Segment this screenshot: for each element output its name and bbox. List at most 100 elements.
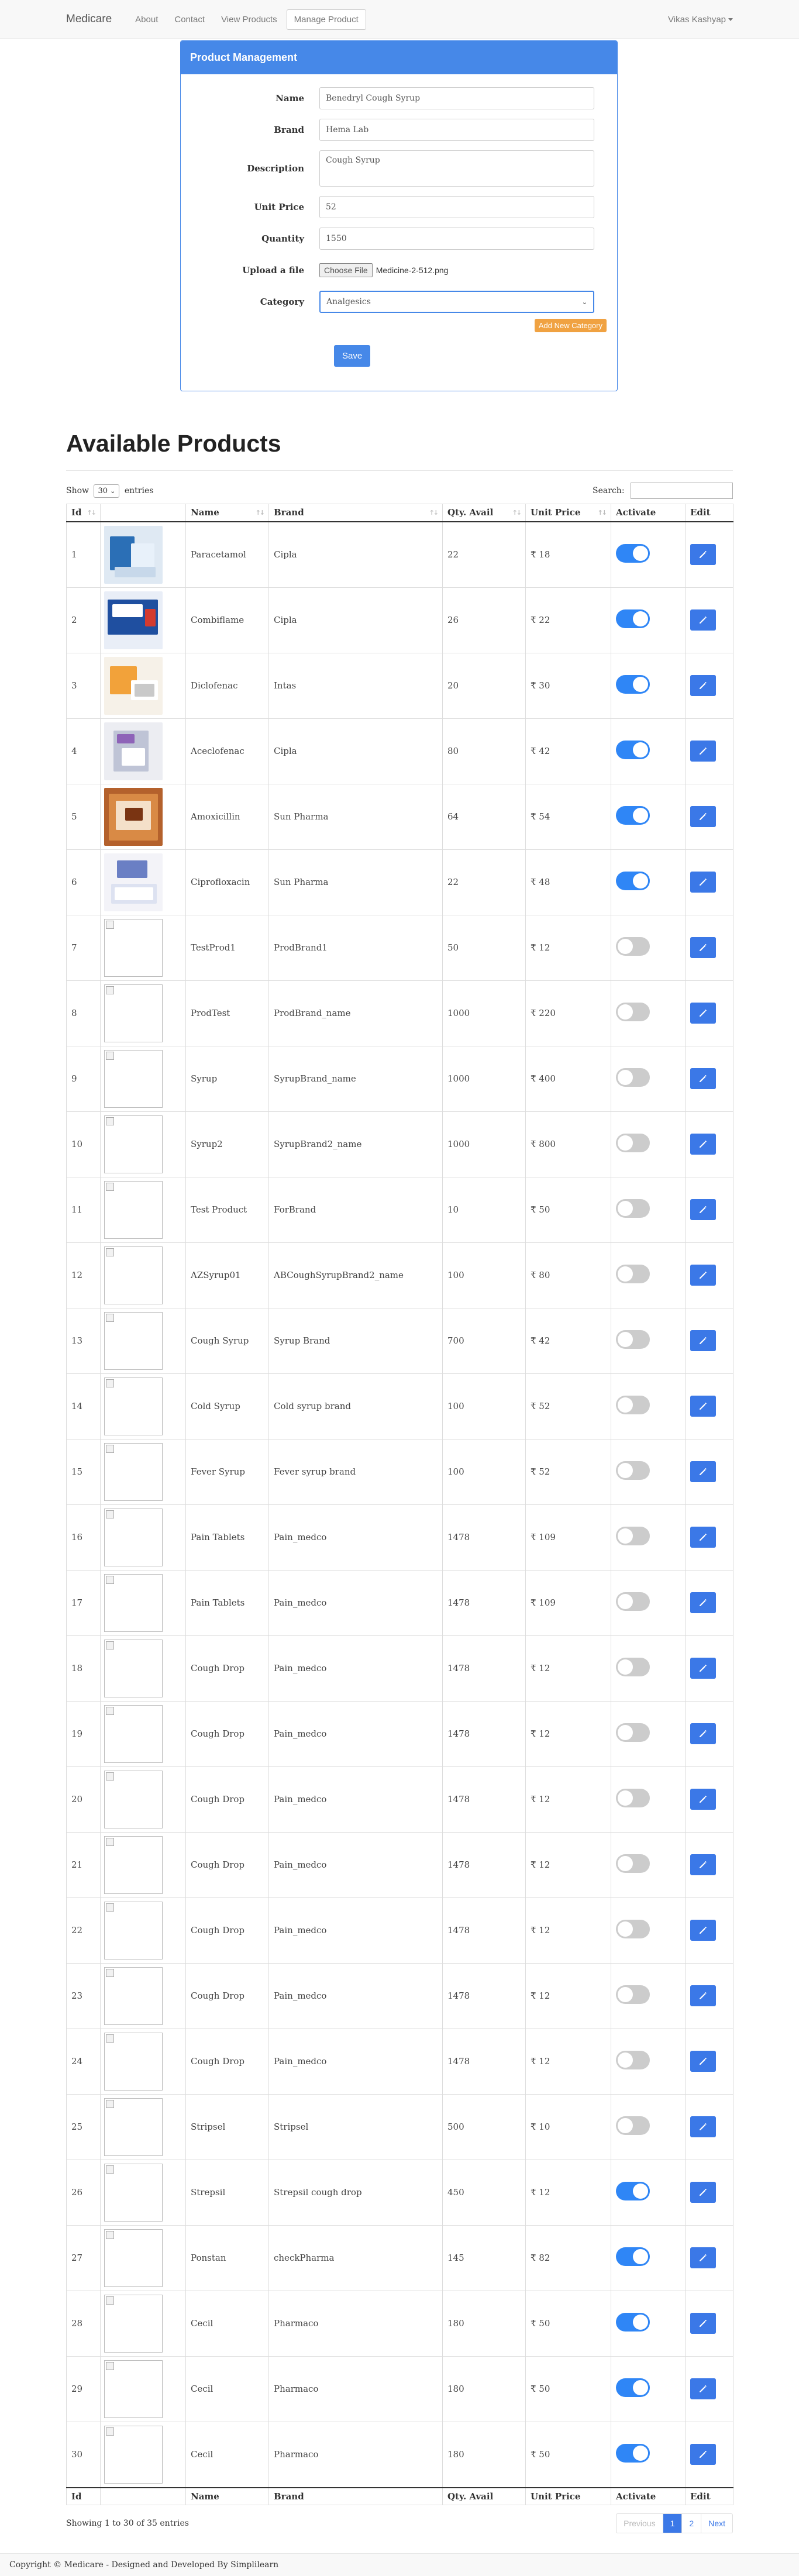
brand-input[interactable]: Hema Lab <box>319 119 594 141</box>
toggle-knob <box>618 1070 633 1085</box>
activate-toggle[interactable] <box>616 2378 650 2397</box>
brand-link[interactable]: Medicare <box>66 13 112 26</box>
activate-toggle[interactable] <box>616 1461 650 1480</box>
edit-button[interactable] <box>690 1592 716 1613</box>
edit-button[interactable] <box>690 1985 716 2006</box>
edit-button[interactable] <box>690 2378 716 2399</box>
edit-button[interactable] <box>690 872 716 893</box>
edit-button[interactable] <box>690 1920 716 1941</box>
cell-price: ₹ 82 <box>525 2224 611 2291</box>
nav-view-products[interactable]: View Products <box>214 10 284 29</box>
choose-file-button[interactable]: Choose File <box>319 263 373 277</box>
cell-qty: 1000 <box>442 980 526 1046</box>
edit-button[interactable] <box>690 1658 716 1679</box>
pager-page-1[interactable]: 1 <box>662 2514 682 2533</box>
activate-toggle[interactable] <box>616 1003 650 1021</box>
edit-button[interactable] <box>690 1330 716 1351</box>
user-menu[interactable]: Vikas Kashyap <box>668 15 733 25</box>
edit-button[interactable] <box>690 1265 716 1286</box>
activate-toggle[interactable] <box>616 1920 650 1938</box>
add-category-button[interactable]: Add New Category <box>534 319 607 332</box>
activate-toggle[interactable] <box>616 2182 650 2200</box>
activate-toggle[interactable] <box>616 937 650 956</box>
price-input[interactable]: 52 <box>319 196 594 218</box>
activate-toggle[interactable] <box>616 1265 650 1283</box>
edit-button[interactable] <box>690 1134 716 1155</box>
activate-toggle[interactable] <box>616 1789 650 1807</box>
quantity-input[interactable]: 1550 <box>319 228 594 250</box>
activate-toggle[interactable] <box>616 544 650 563</box>
table-row: 30 Cecil Pharmaco 180 ₹ 50 <box>66 2421 733 2488</box>
cell-price: ₹ 50 <box>525 2290 611 2357</box>
edit-button[interactable] <box>690 2182 716 2203</box>
activate-toggle[interactable] <box>616 806 650 825</box>
col-name[interactable]: Name ↑↓ <box>185 504 269 522</box>
col-id[interactable]: Id ↑↓ <box>66 504 101 522</box>
cell-brand: Fever syrup brand <box>268 1438 443 1505</box>
activate-toggle[interactable] <box>616 1527 650 1545</box>
cell-brand: Pain_medco <box>268 1504 443 1571</box>
edit-button[interactable] <box>690 1723 716 1744</box>
edit-button[interactable] <box>690 609 716 631</box>
activate-toggle[interactable] <box>616 2313 650 2332</box>
activate-toggle[interactable] <box>616 1330 650 1349</box>
description-textarea[interactable]: Cough Syrup <box>319 150 594 187</box>
cell-name: Cough Drop <box>185 1831 269 1898</box>
broken-image-icon <box>104 1835 163 1894</box>
activate-toggle[interactable] <box>616 1854 650 1873</box>
activate-toggle[interactable] <box>616 609 650 628</box>
activate-toggle[interactable] <box>616 872 650 890</box>
nav-about[interactable]: About <box>128 10 165 29</box>
activate-toggle[interactable] <box>616 2051 650 2069</box>
edit-button[interactable] <box>690 1527 716 1548</box>
col-qty[interactable]: Qty. Avail ↑↓ <box>442 504 526 522</box>
edit-button[interactable] <box>690 741 716 762</box>
cell-edit <box>685 849 733 915</box>
cell-image <box>100 1111 186 1177</box>
pager-next[interactable]: Next <box>701 2514 732 2533</box>
activate-toggle[interactable] <box>616 2444 650 2463</box>
save-button[interactable]: Save <box>334 345 371 367</box>
edit-button[interactable] <box>690 1003 716 1024</box>
col-brand[interactable]: Brand ↑↓ <box>268 504 443 522</box>
edit-button[interactable] <box>690 937 716 958</box>
edit-button[interactable] <box>690 1789 716 1810</box>
pager-previous[interactable]: Previous <box>617 2514 662 2533</box>
edit-button[interactable] <box>690 2051 716 2072</box>
col-price[interactable]: Unit Price ↑↓ <box>525 504 611 522</box>
activate-toggle[interactable] <box>616 2247 650 2266</box>
search-input[interactable] <box>631 483 733 499</box>
edit-button[interactable] <box>690 1396 716 1417</box>
activate-toggle[interactable] <box>616 1068 650 1087</box>
entries-select[interactable]: 30 ⌄ <box>94 484 120 498</box>
edit-button[interactable] <box>690 2247 716 2268</box>
edit-button[interactable] <box>690 1199 716 1220</box>
category-select[interactable]: Analgesics ⌄ <box>319 291 594 313</box>
edit-button[interactable] <box>690 675 716 696</box>
activate-toggle[interactable] <box>616 2116 650 2135</box>
edit-button[interactable] <box>690 1461 716 1482</box>
edit-button[interactable] <box>690 1854 716 1875</box>
activate-toggle[interactable] <box>616 1723 650 1742</box>
name-input[interactable]: Benedryl Cough Syrup <box>319 87 594 109</box>
nav-contact[interactable]: Contact <box>167 10 212 29</box>
activate-toggle[interactable] <box>616 741 650 759</box>
activate-toggle[interactable] <box>616 1396 650 1414</box>
cell-activate <box>611 521 686 588</box>
activate-toggle[interactable] <box>616 1658 650 1676</box>
cell-name: Stripsel <box>185 2093 269 2160</box>
edit-button[interactable] <box>690 544 716 565</box>
activate-toggle[interactable] <box>616 1985 650 2004</box>
activate-toggle[interactable] <box>616 675 650 694</box>
activate-toggle[interactable] <box>616 1134 650 1152</box>
edit-button[interactable] <box>690 2313 716 2334</box>
pager-page-2[interactable]: 2 <box>681 2514 701 2533</box>
activate-toggle[interactable] <box>616 1199 650 1218</box>
edit-button[interactable] <box>690 1068 716 1089</box>
edit-button[interactable] <box>690 2444 716 2465</box>
edit-button[interactable] <box>690 806 716 827</box>
edit-button[interactable] <box>690 2116 716 2137</box>
products-table: Id ↑↓ Name ↑↓ Brand ↑↓ Qty. Avail ↑↓ Unit Pr… <box>66 504 733 2505</box>
activate-toggle[interactable] <box>616 1592 650 1611</box>
nav-manage-product[interactable]: Manage Product <box>286 9 366 30</box>
